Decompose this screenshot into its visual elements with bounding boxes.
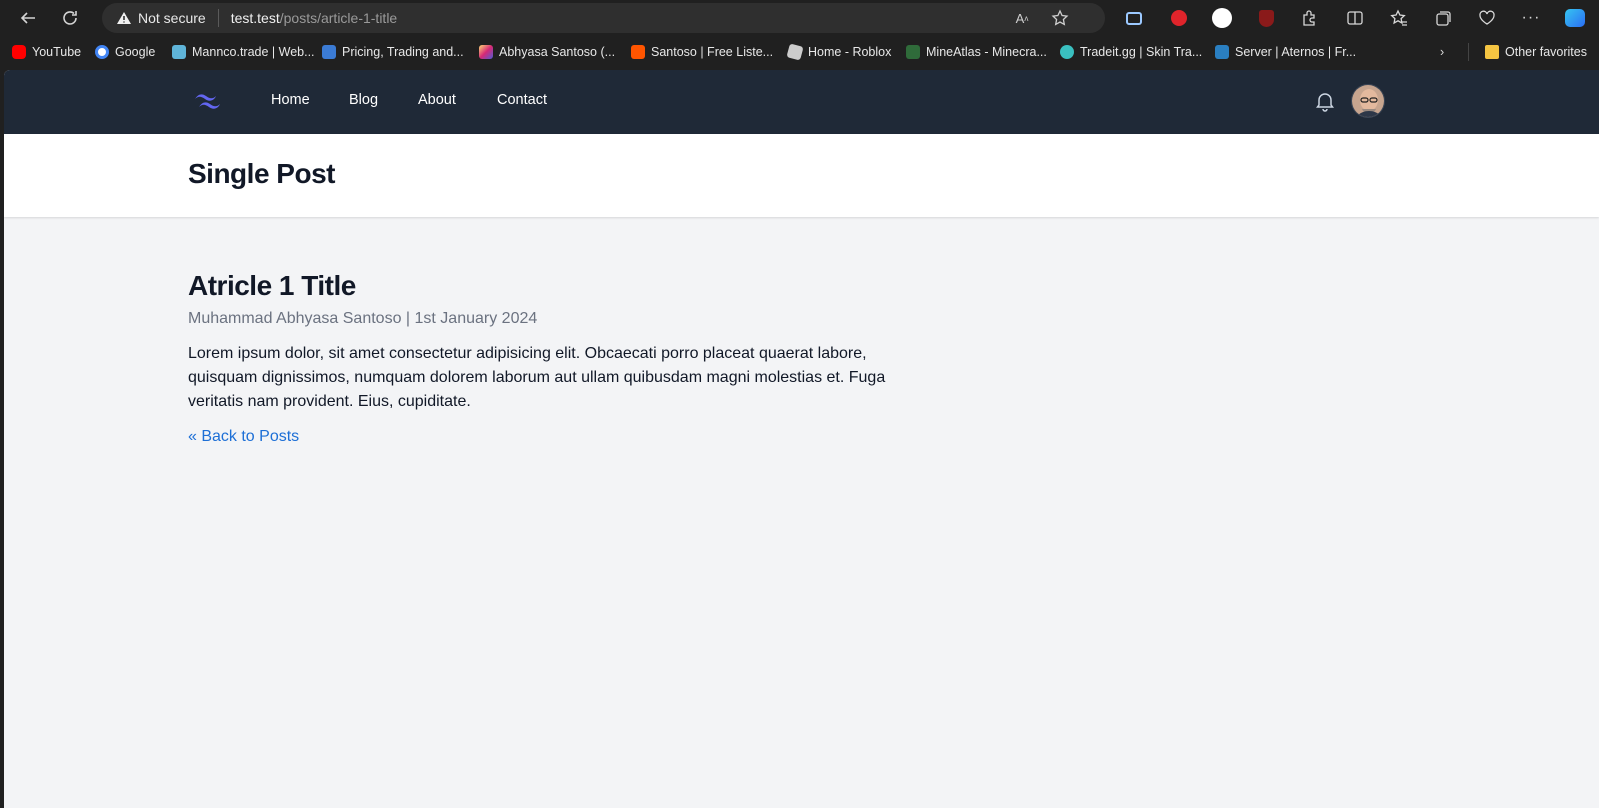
tradeit-icon [1060, 45, 1074, 59]
bookmark-mannco[interactable]: Mannco.trade | Web... [172, 43, 315, 61]
url-text[interactable]: test.test/posts/article-1-title [219, 10, 398, 26]
extension-icon[interactable] [1297, 6, 1321, 30]
instagram-icon [479, 45, 493, 59]
more-icon[interactable]: ··· [1519, 6, 1543, 30]
bookmark-label: Mannco.trade | Web... [192, 45, 315, 59]
article-meta: Muhammad Abhyasa Santoso | 1st January 2… [188, 310, 538, 327]
bookmark-mineatlas[interactable]: MineAtlas - Minecra... [906, 43, 1047, 61]
nav-home[interactable]: Home [271, 92, 310, 108]
ublock-icon[interactable] [1254, 6, 1278, 30]
security-label: Not secure [138, 10, 206, 26]
other-favorites-folder[interactable]: Other favorites [1485, 43, 1587, 61]
bookmark-aternos[interactable]: Server | Aternos | Fr... [1215, 43, 1356, 61]
url-path: /posts/article-1-title [279, 10, 398, 26]
mineatlas-icon [906, 45, 920, 59]
nav-about[interactable]: About [418, 92, 456, 108]
browser-toolbar: Not secure test.test/posts/article-1-tit… [0, 0, 1599, 36]
nav-contact[interactable]: Contact [497, 92, 547, 108]
bookmark-label: Home - Roblox [808, 45, 892, 59]
web-page: Home Blog About Contact Single Post Atri… [4, 70, 1599, 808]
roblox-icon [786, 43, 804, 61]
bookmark-label: Abhyasa Santoso (... [499, 45, 616, 59]
profile-extension-icon[interactable] [1210, 6, 1234, 30]
folder-icon [1485, 45, 1499, 59]
bookmark-label: MineAtlas - Minecra... [926, 45, 1047, 59]
bookmark-google[interactable]: Google [95, 43, 155, 61]
back-icon[interactable] [14, 4, 42, 32]
url-host: test.test [230, 10, 280, 26]
bookmark-instagram[interactable]: Abhyasa Santoso (... [479, 43, 615, 61]
read-aloud-icon[interactable]: Aʌ [1012, 8, 1032, 28]
bookmarks-bar: YouTube Google Mannco.trade | Web... Pri… [0, 36, 1599, 68]
security-indicator[interactable]: Not secure [102, 9, 219, 27]
bell-icon[interactable] [1314, 90, 1338, 114]
bookmark-label: Tradeit.gg | Skin Tra... [1080, 45, 1203, 59]
bookmark-label: YouTube [32, 45, 82, 59]
aternos-icon [1215, 45, 1229, 59]
article: Atricle 1 Title Muhammad Abhyasa Santoso… [188, 270, 928, 446]
address-bar[interactable]: Not secure test.test/posts/article-1-tit… [102, 3, 1105, 33]
favorites-icon[interactable] [1387, 6, 1411, 30]
bookmark-label: Santoso | Free Liste... [651, 45, 774, 59]
site-navbar: Home Blog About Contact [4, 70, 1599, 134]
soundcloud-icon [631, 45, 645, 59]
bookmark-tradeit[interactable]: Tradeit.gg | Skin Tra... [1060, 43, 1202, 61]
favorite-star-icon[interactable] [1050, 8, 1070, 28]
warning-icon [117, 12, 131, 24]
article-title: Atricle 1 Title [188, 270, 356, 301]
user-avatar[interactable] [1351, 84, 1385, 118]
youtube-icon [12, 45, 26, 59]
tf-icon [322, 45, 336, 59]
vpn-icon[interactable] [1167, 6, 1191, 30]
bookmark-label: Other favorites [1505, 45, 1587, 59]
bookmarks-overflow-chevron-icon[interactable]: › [1440, 43, 1444, 61]
bookmark-label: Pricing, Trading and... [342, 45, 464, 59]
browser-essentials-icon[interactable] [1475, 6, 1499, 30]
bookmark-soundcloud[interactable]: Santoso | Free Liste... [631, 43, 773, 61]
page-title: Single Post [188, 158, 335, 189]
screen-capture-icon[interactable] [1122, 6, 1146, 30]
bookmark-label: Server | Aternos | Fr... [1235, 45, 1357, 59]
collections-icon[interactable] [1431, 6, 1455, 30]
mannco-icon [172, 45, 186, 59]
article-body: Lorem ipsum dolor, sit amet consectetur … [188, 345, 886, 410]
back-to-posts-link[interactable]: « Back to Posts [188, 428, 299, 446]
bookmark-label: Google [115, 45, 156, 59]
copilot-icon[interactable] [1563, 6, 1587, 30]
page-header: Single Post [4, 134, 1599, 217]
bookmark-roblox[interactable]: Home - Roblox [786, 43, 892, 61]
split-screen-icon[interactable] [1343, 6, 1367, 30]
refresh-icon[interactable] [56, 4, 84, 32]
bookmark-youtube[interactable]: YouTube [12, 43, 81, 61]
bookmark-pricing[interactable]: Pricing, Trading and... [322, 43, 464, 61]
nav-blog[interactable]: Blog [349, 92, 378, 108]
tailwind-logo-icon[interactable] [192, 90, 228, 114]
google-icon [95, 45, 109, 59]
